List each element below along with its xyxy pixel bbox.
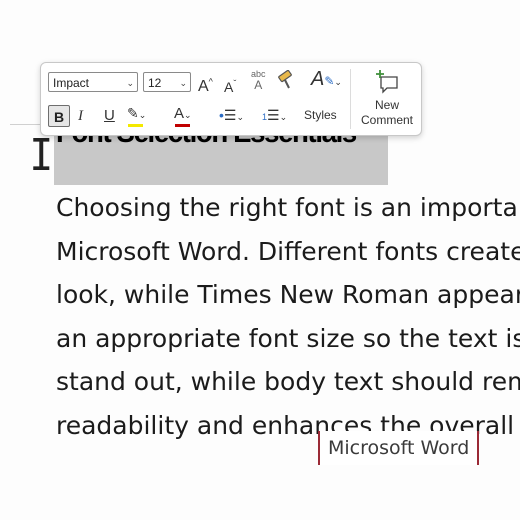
document-body[interactable]: Choosing the right font is an importar M… <box>56 190 520 452</box>
clear-formatting-button[interactable]: abc A <box>251 69 266 92</box>
shrink-font-button[interactable]: Aˇ <box>224 73 236 97</box>
body-line[interactable]: Choosing the right font is an importar <box>56 190 520 234</box>
clear-formatting-icon: abc A <box>251 69 266 92</box>
styles-label: Styles <box>304 108 337 122</box>
font-name-value: Impact <box>53 76 90 90</box>
underline-button[interactable]: U <box>104 106 115 126</box>
chevron-down-icon: ⌄ <box>179 78 187 88</box>
new-comment-line2: Comment <box>360 113 413 127</box>
document-page[interactable]: Font Selection Essentials I Choosing the… <box>0 0 520 520</box>
styles-button[interactable]: A✎⌄ <box>311 69 342 92</box>
grow-font-icon: A^ <box>198 77 213 96</box>
body-line[interactable]: Microsoft Word. Different fonts create <box>56 234 520 278</box>
font-color-button[interactable]: A⌄ <box>174 104 192 125</box>
numbered-list-icon: 1☰ <box>262 107 280 123</box>
mini-toolbar: Impact ⌄ 12 ⌄ A^ Aˇ abc A A✎⌄ Styles New… <box>40 62 422 136</box>
ibeam-cursor-icon: I <box>29 130 54 181</box>
body-line[interactable]: an appropriate font size so the text is <box>56 321 520 365</box>
new-comment-label[interactable]: New Comment <box>356 98 418 128</box>
format-painter-button[interactable] <box>277 69 297 98</box>
numbering-button[interactable]: 1☰⌄ <box>262 105 287 127</box>
new-comment-line1: New <box>374 98 399 112</box>
font-size-select[interactable]: 12 ⌄ <box>143 72 191 92</box>
toolbar-divider <box>350 69 351 129</box>
font-color-swatch <box>175 124 190 127</box>
bullet-list-icon: •☰ <box>219 107 237 123</box>
italic-button[interactable]: I <box>78 106 83 126</box>
body-line[interactable]: look, while Times New Roman appear <box>56 277 520 321</box>
format-painter-icon <box>278 69 292 89</box>
body-line[interactable]: stand out, while body text should rem <box>56 364 520 408</box>
bullets-button[interactable]: •☰⌄ <box>219 105 244 127</box>
chevron-down-icon: ⌄ <box>126 78 134 88</box>
grow-font-button[interactable]: A^ <box>198 72 213 97</box>
highlight-color-swatch <box>128 124 143 127</box>
highlighter-icon: ✎ <box>127 105 139 121</box>
font-name-select[interactable]: Impact ⌄ <box>48 72 138 92</box>
shrink-font-icon: Aˇ <box>224 78 237 95</box>
highlight-button[interactable]: ✎⌄ <box>127 103 146 125</box>
tooltip: Microsoft Word <box>318 431 480 465</box>
font-size-value: 12 <box>148 76 162 90</box>
styles-icon: A <box>311 68 325 90</box>
font-color-icon: A <box>174 105 185 122</box>
new-comment-button[interactable] <box>374 69 400 100</box>
bold-button[interactable]: B <box>48 105 70 127</box>
new-comment-icon <box>376 70 398 94</box>
